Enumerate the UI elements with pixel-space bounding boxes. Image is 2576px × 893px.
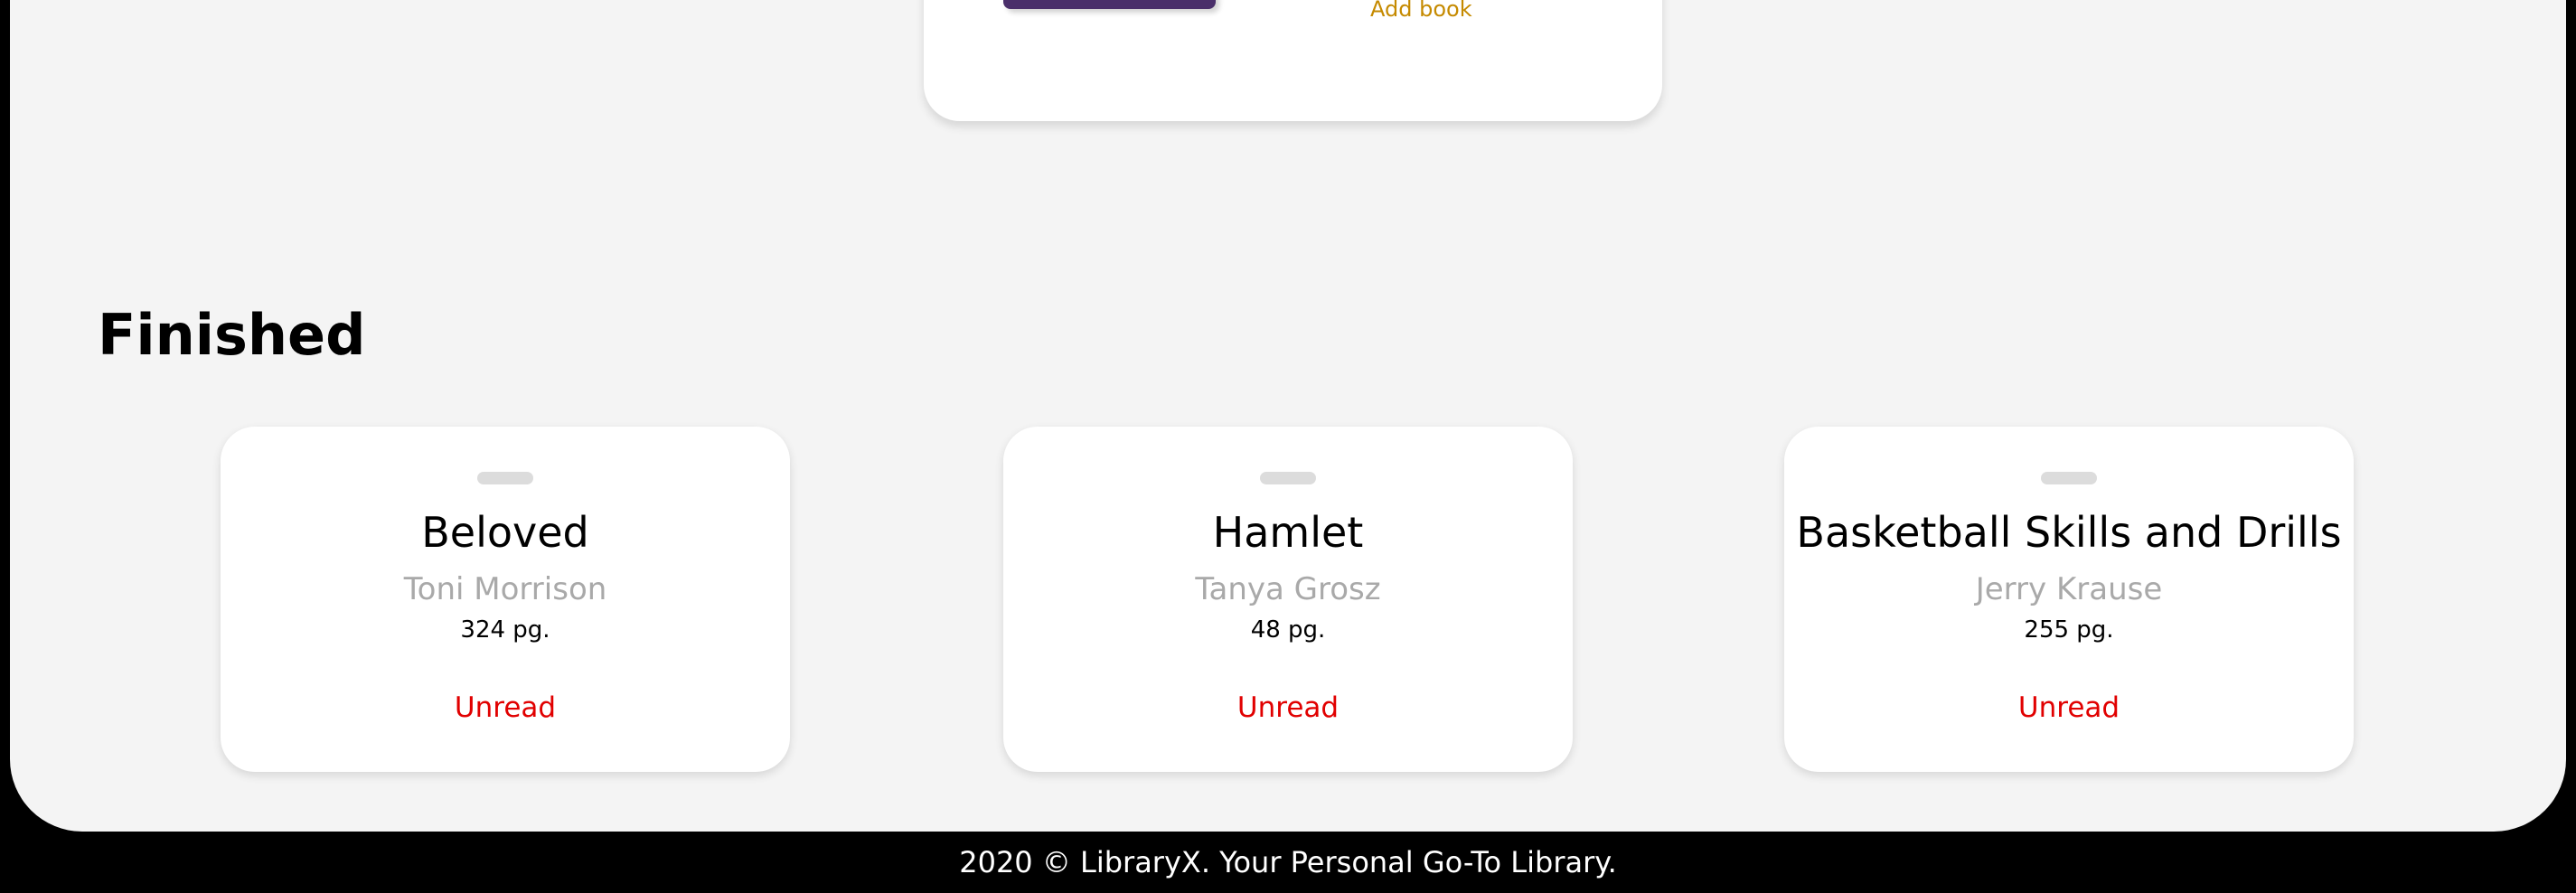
book-author: Tanya Grosz — [1195, 571, 1381, 607]
drag-handle[interactable] — [1260, 472, 1316, 484]
page-frame: Add book Finished Beloved Toni Morrison … — [0, 0, 2576, 893]
main-panel: Add book Finished Beloved Toni Morrison … — [10, 0, 2566, 832]
add-book-card: Add book — [924, 0, 1662, 121]
book-title: Beloved — [421, 508, 589, 557]
book-pages: 255 pg. — [2024, 616, 2114, 644]
book-title: Hamlet — [1212, 508, 1364, 557]
drag-handle[interactable] — [477, 472, 533, 484]
status-toggle[interactable]: Unread — [1003, 691, 1573, 725]
footer: 2020 © LibraryX. Your Personal Go-To Lib… — [0, 832, 2576, 893]
book-author: Toni Morrison — [403, 571, 607, 607]
book-card[interactable]: Basketball Skills and Drills Jerry Kraus… — [1784, 427, 2354, 772]
add-book-link[interactable]: Add book — [1370, 0, 1472, 20]
book-author: Jerry Krause — [1975, 571, 2163, 607]
book-card[interactable]: Beloved Toni Morrison 324 pg. Unread — [221, 427, 790, 772]
book-title: Basketball Skills and Drills — [1796, 508, 2342, 557]
drag-handle[interactable] — [2041, 472, 2097, 484]
book-cover-image[interactable] — [1003, 0, 1216, 9]
book-pages: 324 pg. — [460, 616, 550, 644]
book-card[interactable]: Hamlet Tanya Grosz 48 pg. Unread — [1003, 427, 1573, 772]
footer-text: 2020 © LibraryX. Your Personal Go-To Lib… — [959, 845, 1617, 879]
section-title-finished: Finished — [98, 302, 366, 368]
finished-books-list: Beloved Toni Morrison 324 pg. Unread Ham… — [10, 427, 2566, 774]
status-toggle[interactable]: Unread — [1784, 691, 2354, 725]
book-pages: 48 pg. — [1250, 616, 1326, 644]
status-toggle[interactable]: Unread — [221, 691, 790, 725]
